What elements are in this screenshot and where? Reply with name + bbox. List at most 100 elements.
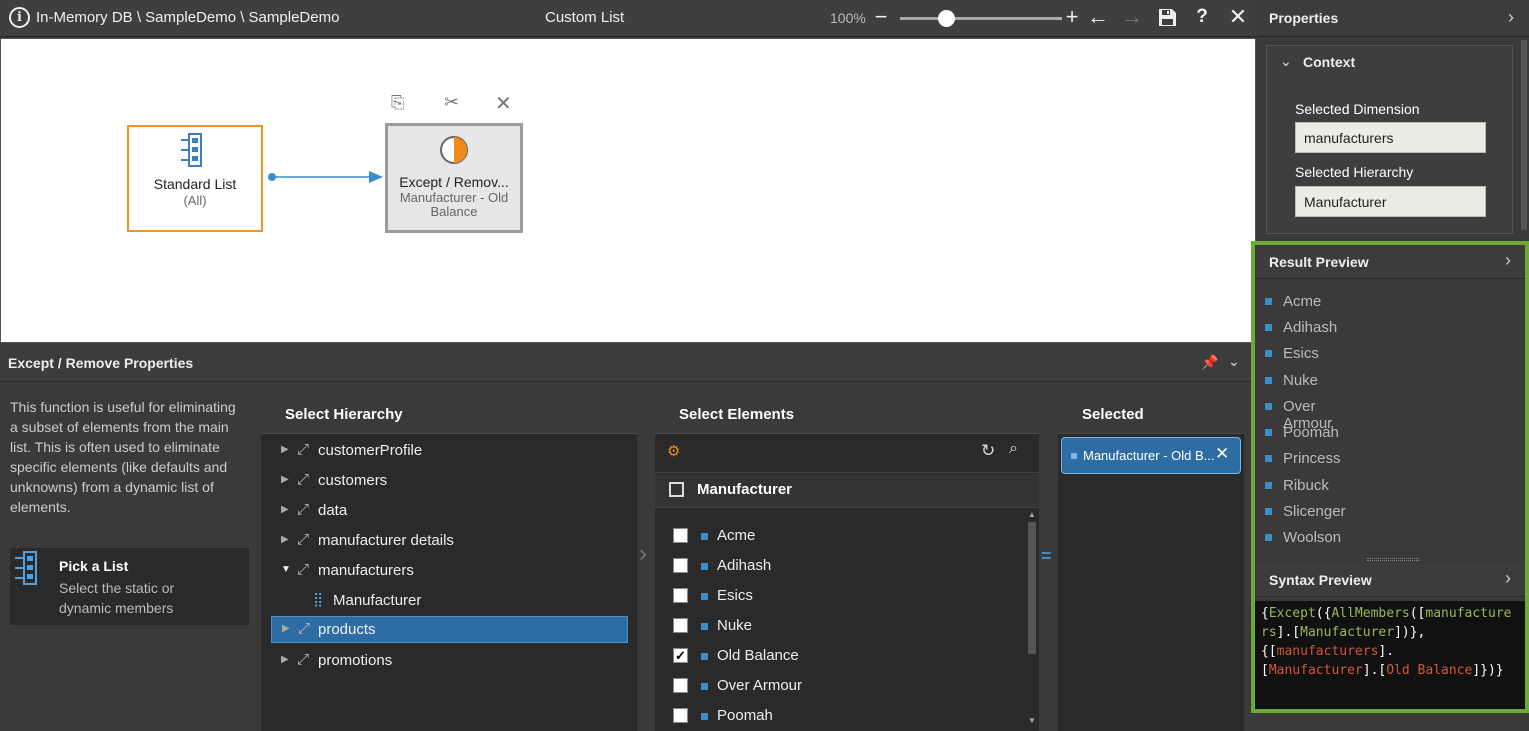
member-icon	[1071, 453, 1077, 459]
chevron-right-icon[interactable]: ›	[1505, 568, 1511, 589]
resize-handle[interactable]	[1367, 558, 1419, 561]
close-icon[interactable]: ✕	[1226, 4, 1250, 30]
tree-item-manufacturers[interactable]: ▼ ⤢ manufacturers	[261, 558, 637, 584]
scrollbar[interactable]	[1521, 40, 1527, 230]
tree-item-manufacturer-details[interactable]: ▶ ⤢ manufacturer details	[261, 528, 637, 554]
standard-list-node[interactable]: Standard List (All)	[127, 125, 263, 232]
context-section: ⌄ Context Selected Dimension manufacture…	[1266, 45, 1513, 234]
select-all-checkbox[interactable]	[669, 482, 684, 497]
hierarchy-icon: ⤢	[298, 620, 311, 637]
element-row-adihash[interactable]: Adihash	[655, 551, 1027, 581]
tree-item-products-selected[interactable]: ▶ ⤢ products	[271, 616, 628, 643]
checkbox[interactable]	[673, 618, 688, 633]
chevron-right-icon[interactable]: ›	[1505, 250, 1511, 271]
step-title: Pick a List	[59, 558, 129, 574]
node-name: Standard List	[153, 176, 237, 192]
help-icon[interactable]: ?	[1190, 4, 1214, 30]
member-icon	[701, 563, 708, 570]
caret-right-icon[interactable]: ▶	[281, 474, 289, 485]
chevron-down-icon[interactable]: ⌄	[1280, 53, 1292, 70]
hierarchy-icon: ⤢	[297, 531, 310, 548]
element-row-nuke[interactable]: Nuke	[655, 611, 1027, 641]
checkbox[interactable]	[673, 558, 688, 573]
function-description: This function is useful for eliminating …	[10, 399, 236, 515]
panel-header: Select Elements	[655, 394, 1039, 434]
zoom-level: 100%	[830, 10, 866, 26]
scrollbar-thumb[interactable]	[1028, 522, 1036, 654]
node-sub: Manufacturer - Old Balance	[399, 190, 509, 219]
properties-panel-body: This function is useful for eliminating …	[0, 383, 1256, 731]
hierarchy-field[interactable]: Manufacturer	[1295, 186, 1486, 217]
properties-body: ⌄ Context Selected Dimension manufacture…	[1258, 38, 1529, 241]
checkbox[interactable]	[673, 708, 688, 723]
zoom-slider-track[interactable]	[900, 17, 1062, 20]
checkbox[interactable]	[673, 528, 688, 543]
list-icon	[179, 133, 211, 172]
caret-right-icon[interactable]: ▶	[281, 534, 289, 545]
flow-canvas[interactable]: Standard List (All) ⎘ ✂ ✕ Except / Remov…	[0, 38, 1256, 343]
redo-arrow-icon[interactable]: →	[1120, 4, 1144, 30]
undo-arrow-icon[interactable]: ←	[1086, 4, 1110, 30]
hierarchy-label: Selected Hierarchy	[1295, 164, 1414, 180]
save-icon[interactable]	[1158, 8, 1177, 27]
node-sub: (All)	[183, 193, 207, 208]
equals-icon: =	[1041, 546, 1052, 566]
checkbox[interactable]	[673, 588, 688, 603]
context-title: Context	[1303, 54, 1356, 70]
scroll-up-icon[interactable]: ▲	[1028, 510, 1036, 519]
delete-icon[interactable]: ✕	[495, 91, 512, 116]
caret-right-icon[interactable]: ▶	[281, 504, 289, 515]
filter-settings-icon[interactable]: ⚙	[667, 442, 680, 460]
select-hierarchy-panel: Select Hierarchy ▶ ⤢ customerProfile ▶ ⤢ c…	[261, 394, 637, 731]
member-icon	[701, 593, 708, 600]
tree-item-customerprofile[interactable]: ▶ ⤢ customerProfile	[261, 438, 637, 464]
page-title: Custom List	[545, 9, 625, 26]
cut-icon[interactable]: ✂	[444, 92, 459, 113]
caret-right-icon[interactable]: ▶	[282, 623, 290, 634]
connector-arrow	[268, 171, 383, 183]
element-row-esics[interactable]: Esics	[655, 581, 1027, 611]
group-header[interactable]: Manufacturer	[655, 474, 1039, 508]
member-icon	[701, 533, 708, 540]
zoom-slider-thumb[interactable]	[938, 10, 955, 27]
caret-right-icon[interactable]: ▶	[281, 444, 289, 455]
hierarchy-icon: ⤢	[297, 501, 310, 518]
info-icon[interactable]: i	[9, 7, 30, 28]
checkbox-checked[interactable]: ✓	[673, 648, 688, 663]
checkbox[interactable]	[673, 678, 688, 693]
caret-right-icon[interactable]: ▶	[281, 654, 289, 665]
dimension-field[interactable]: manufacturers	[1295, 122, 1486, 153]
search-icon[interactable]: ⌕	[1009, 440, 1018, 458]
element-row-poomah[interactable]: Poomah	[655, 701, 1027, 731]
hierarchy-icon: ⤢	[297, 561, 310, 578]
element-row-over-armour[interactable]: Over Armour	[655, 671, 1027, 701]
copy-icon[interactable]: ⎘	[391, 93, 405, 113]
element-row-acme[interactable]: Acme	[655, 521, 1027, 551]
tree-item-manufacturer[interactable]: ⣿ Manufacturer	[261, 588, 637, 614]
preview-highlight: Result Preview › Acme Adihash Esics Nuke…	[1251, 241, 1529, 713]
syntax-preview-code: {Except({AllMembers([manufacturers].[Man…	[1255, 601, 1525, 709]
pin-icon[interactable]: 📌	[1201, 354, 1218, 371]
scroll-down-icon[interactable]: ▼	[1028, 716, 1036, 725]
hierarchy-icon: ⤢	[297, 651, 310, 668]
chevron-right-icon[interactable]: ›	[1508, 7, 1514, 28]
member-icon	[701, 653, 708, 660]
element-row-old-balance[interactable]: ✓ Old Balance	[655, 641, 1027, 671]
tree-item-customers[interactable]: ▶ ⤢ customers	[261, 468, 637, 494]
remove-chip-icon[interactable]: ✕	[1215, 444, 1229, 464]
caret-down-icon[interactable]: ▼	[281, 564, 291, 575]
zoom-out-icon[interactable]: −	[869, 4, 893, 30]
chevron-down-icon[interactable]: ⌄	[1228, 353, 1240, 370]
pick-a-list-step[interactable]: Pick a List Select the static or dynamic…	[10, 548, 249, 625]
member-icon	[701, 683, 708, 690]
refresh-icon[interactable]: ↻	[981, 441, 995, 461]
selected-chip[interactable]: Manufacturer - Old B... ✕	[1061, 437, 1241, 474]
elements-toolbar: ⚙ ↻ ⌕	[655, 435, 1039, 473]
chip-label: Manufacturer - Old B...	[1083, 448, 1215, 463]
except-remove-node[interactable]: Except / Remov... Manufacturer - Old Bal…	[385, 123, 523, 233]
zoom-in-icon[interactable]: +	[1060, 4, 1084, 30]
tree-item-promotions[interactable]: ▶ ⤢ promotions	[261, 648, 637, 674]
node-name: Except / Remov...	[399, 174, 509, 190]
tree-item-data[interactable]: ▶ ⤢ data	[261, 498, 637, 524]
scrollbar[interactable]: ▲ ▼	[1027, 510, 1037, 728]
